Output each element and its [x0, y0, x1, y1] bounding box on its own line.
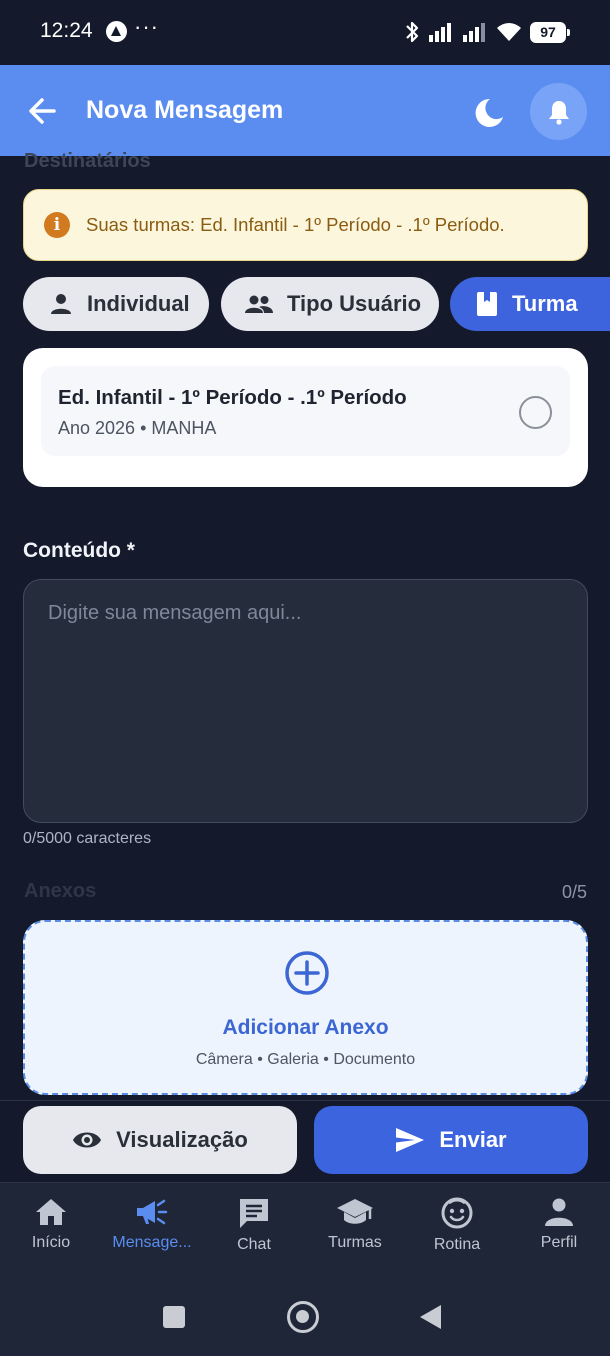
nav-item-turmas[interactable]: Turmas: [304, 1183, 406, 1275]
more-notifications-icon: ···: [134, 14, 159, 39]
status-bar: 12:24 ··· 97: [0, 0, 610, 65]
page-title: Nova Mensagem: [86, 96, 284, 124]
send-icon: [396, 1128, 425, 1152]
tab-individual[interactable]: Individual: [23, 277, 209, 331]
add-attachment-button[interactable]: Adicionar Anexo Câmera • Galeria • Docum…: [23, 920, 588, 1095]
preview-label: Visualização: [116, 1127, 248, 1152]
tab-individual-label: Individual: [87, 291, 190, 316]
battery-icon: 97: [530, 21, 570, 43]
theme-toggle-button[interactable]: [468, 93, 508, 133]
send-button[interactable]: Enviar: [314, 1106, 588, 1174]
wifi-icon: [497, 23, 521, 41]
book-icon: [477, 292, 497, 316]
attachments-heading: Anexos: [24, 880, 97, 902]
bottom-nav: Início Mensage... Chat Turmas Rotina Per…: [0, 1182, 610, 1274]
bluetooth-icon: [406, 21, 419, 43]
bell-icon: [548, 100, 569, 125]
tab-user-type[interactable]: Tipo Usuário: [221, 277, 439, 331]
person-icon: [545, 1198, 573, 1226]
notifications-button[interactable]: [530, 83, 587, 140]
tab-class-label: Turma: [512, 291, 578, 316]
megaphone-icon: [137, 1199, 168, 1225]
add-attachment-label: Adicionar Anexo: [222, 1016, 389, 1039]
class-info-banner: i Suas turmas: Ed. Infantil - 1º Período…: [23, 189, 588, 261]
nav-label-perfil: Perfil: [540, 1234, 578, 1251]
class-details: Ano 2026 • MANHA: [58, 418, 217, 438]
chat-icon: [240, 1199, 268, 1228]
attachments-count: 0/5: [561, 882, 587, 902]
arrow-left-icon: [29, 98, 56, 124]
add-circle-icon: [285, 951, 329, 995]
system-nav-bar: [0, 1274, 610, 1356]
nav-item-chat[interactable]: Chat: [203, 1183, 305, 1275]
nav-label-mensagens: Mensage...: [112, 1234, 192, 1251]
graduation-cap-icon: [337, 1199, 373, 1224]
nav-label-chat: Chat: [237, 1236, 271, 1253]
app-bar: Nova Mensagem: [0, 65, 610, 156]
app-notification-icon: [106, 21, 127, 42]
class-list-item[interactable]: Ed. Infantil - 1º Período - .1º Período …: [41, 366, 570, 456]
char-counter: 0/5000 caracteres: [23, 830, 152, 847]
class-list-card: Ed. Infantil - 1º Período - .1º Período …: [23, 348, 588, 487]
preview-button[interactable]: Visualização: [23, 1106, 297, 1174]
moon-icon: [475, 98, 503, 127]
info-icon: i: [44, 212, 70, 238]
nav-item-rotina[interactable]: Rotina: [406, 1183, 508, 1275]
back-button[interactable]: [24, 91, 64, 131]
divider: [0, 1100, 610, 1101]
nav-item-mensagens[interactable]: Mensage...: [101, 1183, 203, 1275]
recipients-heading: Destinatários: [24, 150, 151, 172]
tab-class[interactable]: Turma: [450, 277, 610, 331]
person-icon: [51, 294, 71, 314]
face-icon: [441, 1197, 473, 1229]
home-button[interactable]: [287, 1301, 319, 1333]
content-label: Conteúdo *: [23, 539, 135, 562]
status-time: 12:24: [40, 19, 93, 42]
nav-item-perfil[interactable]: Perfil: [508, 1183, 610, 1275]
signal-icon: [429, 23, 451, 42]
class-select-radio[interactable]: [519, 396, 552, 429]
nav-item-inicio[interactable]: Início: [0, 1183, 102, 1275]
group-icon: [245, 295, 273, 313]
home-icon: [36, 1199, 66, 1225]
attachment-sources: Câmera • Galeria • Documento: [195, 1051, 416, 1068]
eye-icon: [73, 1132, 102, 1148]
class-info-text: Suas turmas: Ed. Infantil - 1º Período -…: [86, 214, 505, 235]
class-name: Ed. Infantil - 1º Período - .1º Período: [58, 386, 407, 409]
nav-label-inicio: Início: [31, 1234, 71, 1251]
send-label: Enviar: [439, 1127, 507, 1152]
signal-icon-2: [463, 23, 485, 42]
nav-label-rotina: Rotina: [433, 1236, 481, 1253]
message-textarea[interactable]: [23, 579, 588, 823]
nav-label-turmas: Turmas: [328, 1234, 382, 1251]
system-back-button[interactable]: [420, 1305, 441, 1329]
tab-user-type-label: Tipo Usuário: [287, 291, 422, 316]
recents-button[interactable]: [163, 1306, 185, 1328]
